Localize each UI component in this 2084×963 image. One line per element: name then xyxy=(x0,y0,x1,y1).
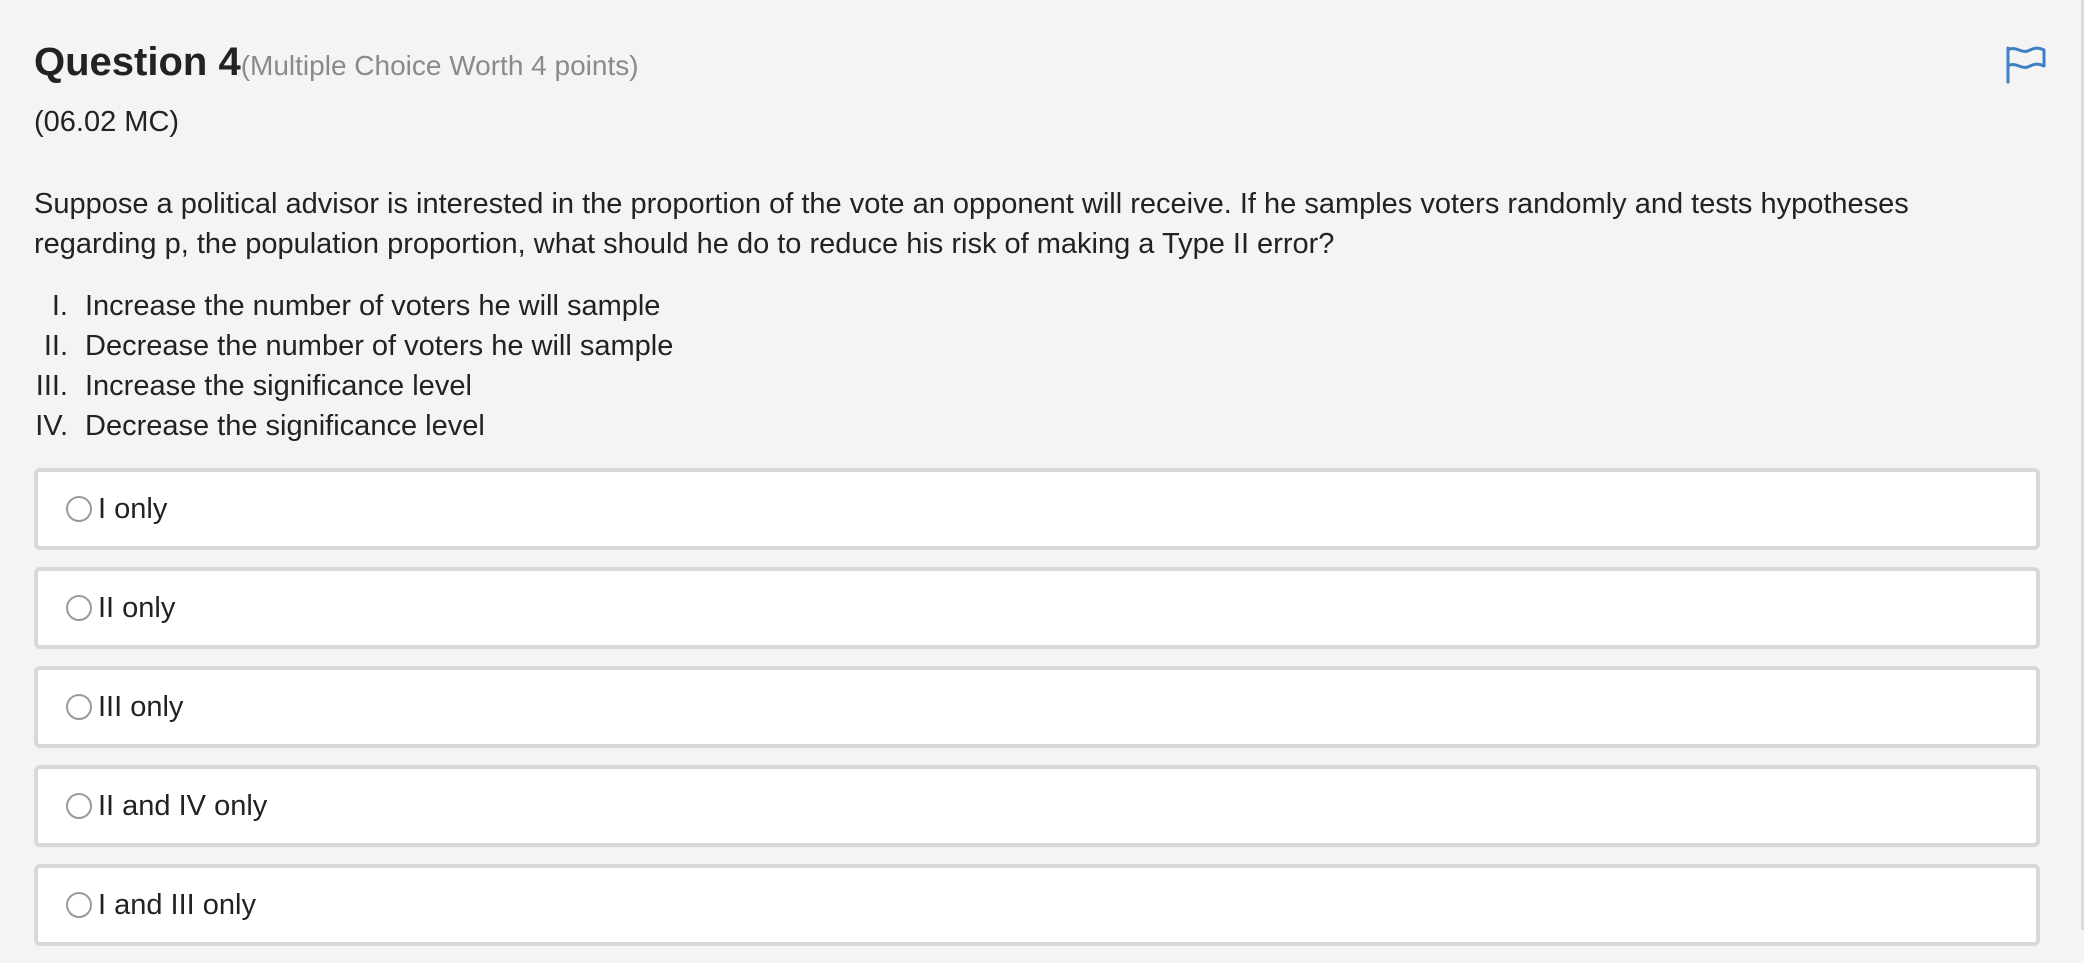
radio-button[interactable] xyxy=(66,496,92,522)
statement-number: III. xyxy=(35,370,68,402)
radio-button[interactable] xyxy=(66,793,92,819)
statement-text: Increase the number of voters he will sa… xyxy=(85,290,661,322)
statement-number: IV. xyxy=(35,410,68,442)
flag-icon[interactable] xyxy=(2004,44,2048,84)
answer-choice-i-only[interactable]: I only xyxy=(34,468,2040,550)
radio-button[interactable] xyxy=(66,595,92,621)
answer-choice-label: I only xyxy=(98,493,168,525)
question-header: Question 4(Multiple Choice Worth 4 point… xyxy=(34,40,639,85)
question-title: Question 4 xyxy=(34,40,241,84)
answer-choice-label: III only xyxy=(98,691,184,723)
answer-choice-label: II and IV only xyxy=(98,790,268,822)
question-code: (06.02 MC) xyxy=(34,106,180,138)
answer-choice-label: I and III only xyxy=(98,889,256,921)
statement-text: Decrease the significance level xyxy=(85,410,485,442)
statement-text: Decrease the number of voters he will sa… xyxy=(85,330,674,362)
answer-choice-i-and-iii-only[interactable]: I and III only xyxy=(34,864,2040,946)
radio-button[interactable] xyxy=(66,892,92,918)
statement-text: Increase the significance level xyxy=(85,370,472,402)
question-stem: Suppose a political advisor is intereste… xyxy=(34,188,1909,260)
question-worth: (Multiple Choice Worth 4 points) xyxy=(240,50,639,81)
answer-choice-label: II only xyxy=(98,592,176,624)
answer-choice-iii-only[interactable]: III only xyxy=(34,666,2040,748)
answer-choice-ii-only[interactable]: II only xyxy=(34,567,2040,649)
radio-button[interactable] xyxy=(66,694,92,720)
statement-number: II. xyxy=(43,330,68,362)
answer-choices: I only II only III only II and IV only I… xyxy=(34,468,2040,963)
answer-choice-ii-and-iv-only[interactable]: II and IV only xyxy=(34,765,2040,847)
statement-number: I. xyxy=(51,290,68,322)
